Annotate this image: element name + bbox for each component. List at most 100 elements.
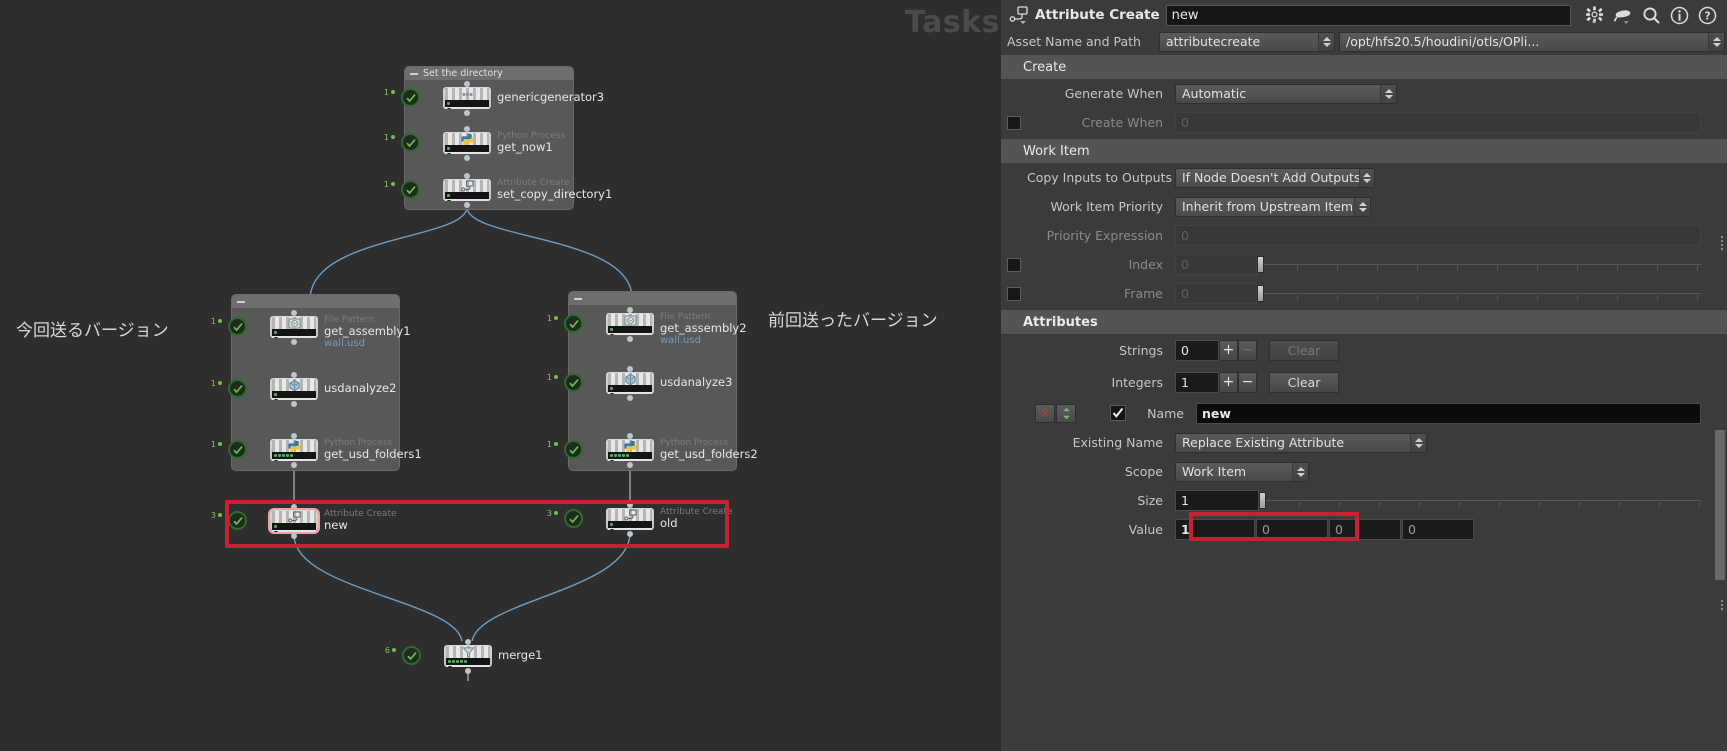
node-cook-status-badge[interactable]: 1 [547, 373, 583, 392]
chevron-updown-icon[interactable] [1708, 32, 1724, 51]
node-usdanalyze2[interactable]: 1 usdanalyze2 [211, 372, 396, 407]
attribute-name-input[interactable] [1196, 402, 1701, 424]
node-output-port[interactable] [627, 395, 633, 401]
node-cook-status-badge[interactable]: 1 [384, 88, 420, 107]
generate-when-combo[interactable]: Automatic [1175, 83, 1397, 104]
node-body[interactable] [606, 313, 654, 335]
frame-slider[interactable] [1257, 283, 1701, 304]
node-display-flag[interactable] [447, 107, 451, 109]
node-new[interactable]: 3 Attribute Create new [211, 504, 397, 539]
node-output-port[interactable] [291, 339, 297, 345]
netbox-header[interactable] [232, 295, 399, 308]
index-slider-handle[interactable] [1257, 256, 1264, 273]
node-cook-status-badge[interactable]: 1 [211, 379, 247, 398]
netbox-collapse-icon[interactable] [237, 300, 245, 303]
node-body[interactable] [606, 372, 654, 394]
chevron-updown-icon[interactable] [1318, 32, 1334, 51]
multiparm-delete-button[interactable]: ✕ [1035, 403, 1055, 423]
pane-resize-grip-lower[interactable] [1718, 600, 1726, 610]
chevron-updown-icon[interactable] [1358, 168, 1374, 187]
node-cook-status-badge[interactable]: 1 [547, 440, 583, 459]
strings-count-input[interactable] [1175, 339, 1219, 361]
node-body[interactable] [443, 179, 491, 201]
node-display-flag[interactable] [447, 152, 451, 154]
node-output-port[interactable] [627, 531, 633, 537]
node-display-flag[interactable] [274, 336, 278, 338]
node-cook-status-badge[interactable]: 1 [547, 314, 583, 333]
section-header-attributes[interactable]: Attributes [1001, 310, 1727, 334]
info-icon[interactable] [1670, 6, 1689, 25]
node-genericgenerator3[interactable]: 1 genericgenerator3 [384, 81, 604, 116]
size-input[interactable] [1175, 489, 1259, 511]
netbox-collapse-icon[interactable] [410, 72, 418, 75]
node-output-port[interactable] [627, 336, 633, 342]
node-cook-status-badge[interactable]: 1 [384, 133, 420, 152]
node-cook-status-badge[interactable]: 3 [211, 511, 247, 530]
help-icon[interactable]: ? [1698, 6, 1717, 25]
node-cook-status-badge[interactable]: 3 [547, 509, 583, 528]
create-when-checkbox[interactable] [1007, 115, 1021, 130]
node-display-flag[interactable] [274, 398, 278, 400]
value-input-0[interactable] [1175, 518, 1255, 540]
node-cook-status-badge[interactable]: 1 [384, 180, 420, 199]
node-display-flag[interactable] [610, 459, 614, 461]
frame-checkbox[interactable] [1007, 286, 1021, 301]
parameter-scrollbar[interactable] [1715, 430, 1725, 580]
node-output-port[interactable] [465, 668, 471, 674]
integers-count-input[interactable] [1175, 371, 1219, 393]
node-get_usd_folders2[interactable]: 1 Python Process get_usd_folders2 [547, 433, 758, 468]
value-input-2[interactable] [1329, 518, 1401, 540]
node-body[interactable] [606, 439, 654, 461]
node-output-port[interactable] [291, 401, 297, 407]
node-output-port[interactable] [464, 110, 470, 116]
index-input[interactable] [1175, 254, 1257, 275]
network-editor-pane[interactable]: Tasks 今回送るバージョン 前回送ったバージョン Set the direc… [0, 0, 1104, 751]
node-cook-status-badge[interactable]: 1 [211, 440, 247, 459]
node-get_assembly1[interactable]: 1 File Pattern get_assembly1 wall.usd [211, 310, 411, 349]
node-output-port[interactable] [464, 202, 470, 208]
copy-inputs-combo[interactable]: If Node Doesn't Add Outputs [1175, 167, 1375, 188]
section-header-work-item[interactable]: Work Item [1001, 139, 1727, 163]
pane-resize-grip[interactable] [1718, 236, 1726, 250]
node-display-flag[interactable] [274, 459, 278, 461]
node-display-flag[interactable] [610, 333, 614, 335]
node-display-flag[interactable] [274, 530, 278, 532]
node-output-port[interactable] [291, 533, 297, 539]
node-output-port[interactable] [627, 462, 633, 468]
node-body[interactable] [270, 378, 318, 400]
node-body[interactable] [270, 510, 318, 532]
scope-combo[interactable]: Work Item [1175, 461, 1309, 482]
node-get_assembly2[interactable]: 1 File Pattern get_assembly2 wall.usd [547, 307, 747, 346]
node-cook-status-badge[interactable]: 6 [385, 646, 421, 665]
netbox-header[interactable] [569, 292, 736, 305]
priority-expression-input[interactable] [1175, 225, 1701, 246]
strings-remove-button[interactable]: − [1238, 339, 1257, 361]
node-body[interactable] [270, 316, 318, 338]
node-body[interactable] [443, 87, 491, 109]
node-merge1[interactable]: 6 merge1 [385, 639, 543, 674]
chevron-updown-icon[interactable] [1354, 197, 1370, 216]
node-output-port[interactable] [464, 155, 470, 161]
integers-remove-button[interactable]: − [1238, 371, 1257, 393]
node-get_usd_folders1[interactable]: 1 Python Process get_usd_folders1 [211, 433, 422, 468]
asset-path-combo[interactable]: /opt/hfs20.5/houdini/otls/OPli... [1339, 31, 1725, 52]
value-input-3[interactable] [1402, 518, 1474, 540]
node-display-flag[interactable] [610, 528, 614, 530]
brush-icon[interactable] [1613, 6, 1633, 25]
index-checkbox[interactable] [1007, 257, 1021, 272]
node-output-port[interactable] [291, 462, 297, 468]
asset-name-combo[interactable]: attributecreate [1159, 31, 1335, 52]
value-input-1[interactable] [1256, 518, 1328, 540]
parameter-pane[interactable]: Attribute Create new ? Asset Name and Pa… [1001, 0, 1727, 751]
netbox-collapse-icon[interactable] [574, 297, 582, 300]
node-body[interactable] [444, 645, 492, 667]
gear-icon[interactable] [1585, 5, 1604, 25]
node-usdanalyze3[interactable]: 1 usdanalyze3 [547, 366, 732, 401]
chevron-updown-icon[interactable] [1410, 433, 1426, 452]
node-body[interactable] [270, 439, 318, 461]
section-header-create[interactable]: Create [1001, 55, 1727, 79]
strings-add-button[interactable]: + [1219, 339, 1238, 361]
node-old[interactable]: 3 Attribute Create old [547, 502, 733, 537]
node-display-flag[interactable] [610, 392, 614, 394]
node-display-flag[interactable] [448, 665, 452, 667]
